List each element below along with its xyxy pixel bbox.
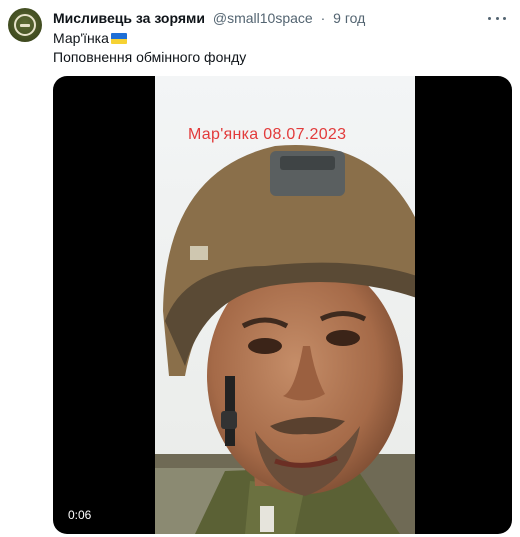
- author-avatar[interactable]: [8, 8, 42, 42]
- tweet-text-line2: Поповнення обмінного фонду: [53, 49, 247, 65]
- tweet-location-text: Мар'їнка: [53, 30, 109, 46]
- tweet-video[interactable]: Мар'янка 08.07.2023 0:06: [53, 76, 512, 534]
- tweet-text-line1: Мар'їнка: [53, 29, 127, 47]
- meta-separator: ·: [320, 10, 326, 26]
- video-caption-overlay: Мар'янка 08.07.2023: [188, 126, 347, 143]
- ukraine-flag-icon: [110, 33, 127, 44]
- more-options-icon[interactable]: [488, 10, 506, 26]
- video-duration: 0:06: [64, 506, 96, 524]
- video-frame: [155, 76, 415, 534]
- tweet-header: Мисливець за зорями @small10space · 9 го…: [53, 9, 480, 27]
- author-name[interactable]: Мисливець за зорями: [53, 10, 205, 26]
- author-handle[interactable]: @small10space: [213, 10, 313, 26]
- avatar-emblem-icon: [14, 14, 36, 36]
- tweet-timestamp[interactable]: 9 год: [333, 10, 365, 26]
